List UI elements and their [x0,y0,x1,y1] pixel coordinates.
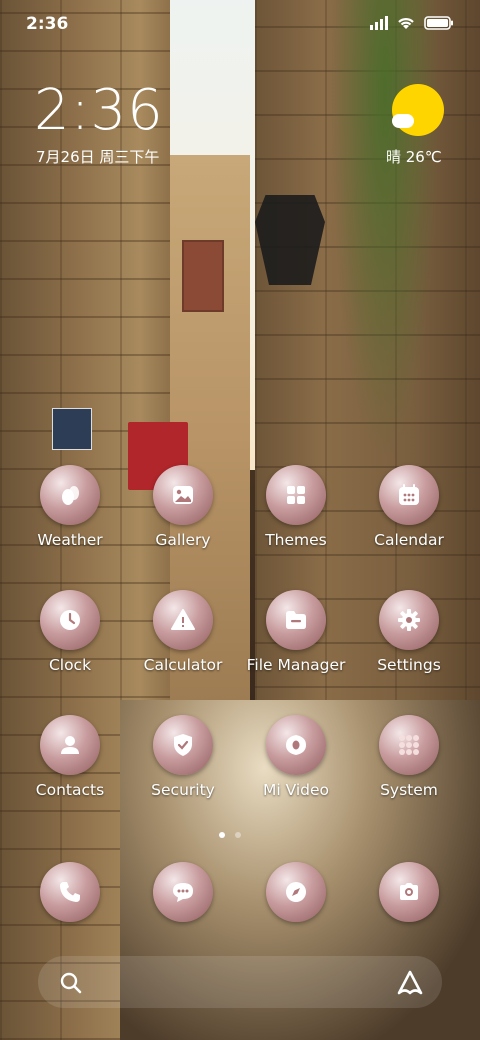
wifi-icon [398,18,414,29]
app-label: Calendar [374,531,444,549]
dock-messages[interactable] [127,862,239,924]
app-label: File Manager [246,656,346,674]
app-label: System [380,781,438,799]
app-label: Gallery [155,531,211,549]
app-label: Contacts [35,781,105,799]
app-system-folder[interactable]: System [353,715,465,825]
app-settings[interactable]: Settings [353,590,465,700]
app-themes[interactable]: Themes [240,465,352,575]
shield-icon [153,715,213,775]
clock-widget-time[interactable]: 2:36 [34,78,164,143]
assistant-icon[interactable] [395,968,425,998]
battery-icon [424,16,453,30]
folder-icon [266,590,326,650]
page-indicator[interactable] [219,832,241,838]
app-mi-video[interactable]: Mi Video [240,715,352,825]
weather-drops-icon [40,465,100,525]
search-bar[interactable] [38,956,442,1008]
gallery-icon [153,465,213,525]
app-gallery[interactable]: Gallery [127,465,239,575]
page-dot [235,832,241,838]
messages-icon [153,862,213,922]
app-calculator[interactable]: Calculator [127,590,239,700]
app-label: Mi Video [262,781,330,799]
page-dot-active [219,832,225,838]
cloud-icon [392,114,414,128]
calculator-icon [153,590,213,650]
clock-widget-date: 7月26日 周三下午 [36,148,160,166]
search-icon[interactable] [58,970,84,996]
calendar-icon [379,465,439,525]
signal-icon [370,16,388,30]
person-icon [40,715,100,775]
dock-browser[interactable] [240,862,352,924]
app-label: Security [151,781,215,799]
gear-icon [379,590,439,650]
dock-camera[interactable] [353,862,465,924]
weather-widget-text[interactable]: 晴 26℃ [386,146,442,167]
camera-icon [379,862,439,922]
wallpaper-shutter [182,240,224,312]
home-screen: 2:36 2:36 7月26日 周三下午 晴 26℃ Weather Galle… [0,0,480,1040]
app-weather[interactable]: Weather [14,465,126,575]
phone-icon [40,862,100,922]
status-icons [370,15,454,31]
compass-icon [266,862,326,922]
app-clock[interactable]: Clock [14,590,126,700]
dock-phone[interactable] [14,862,126,924]
themes-grid-icon [266,465,326,525]
app-contacts[interactable]: Contacts [14,715,126,825]
app-security[interactable]: Security [127,715,239,825]
app-label: Calculator [143,656,223,674]
sun-icon[interactable] [392,84,444,136]
app-file-manager[interactable]: File Manager [240,590,352,700]
app-label: Settings [377,656,441,674]
app-calendar[interactable]: Calendar [353,465,465,575]
video-icon [266,715,326,775]
status-bar: 2:36 [0,0,480,48]
clock-icon [40,590,100,650]
folder-grid-icon [379,715,439,775]
app-label: Clock [48,656,92,674]
status-time: 2:36 [26,14,69,34]
wallpaper-vines [330,0,440,460]
wallpaper-sign-blue [52,408,92,450]
app-label: Weather [37,531,103,549]
app-label: Themes [265,531,327,549]
